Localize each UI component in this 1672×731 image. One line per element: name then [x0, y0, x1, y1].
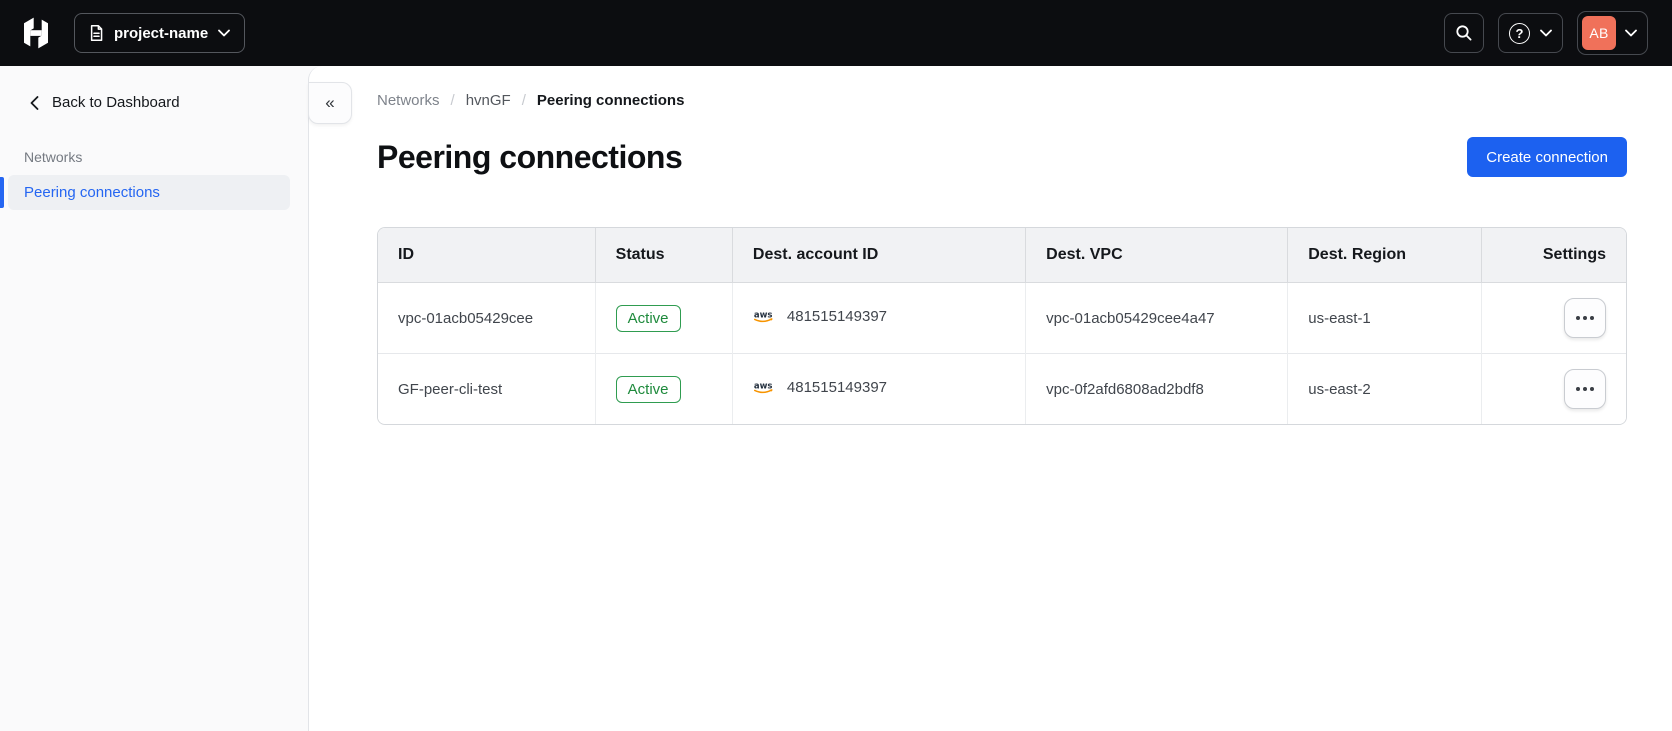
cell-dest-account-id: aws 481515149397 — [731, 282, 1026, 354]
account-menu-button[interactable]: AB — [1577, 11, 1648, 55]
breadcrumb-separator: / — [450, 92, 455, 109]
back-link-label: Back to Dashboard — [52, 94, 180, 111]
cell-status: Active — [594, 353, 733, 424]
active-indicator-bar — [0, 177, 4, 208]
column-header-dest-account-id: Dest. account ID — [731, 228, 1026, 283]
status-badge: Active — [615, 375, 681, 403]
account-id-value: 481515149397 — [786, 378, 888, 396]
cell-dest-vpc: vpc-0f2afd6808ad2bdf8 — [1025, 353, 1288, 424]
project-switcher-button[interactable]: project-name — [74, 13, 246, 53]
content-row: Back to Dashboard Networks Peering conne… — [0, 66, 1672, 731]
sidebar-section-heading: Networks — [24, 149, 83, 165]
aws-icon: aws — [753, 308, 778, 324]
ellipsis-icon — [1576, 316, 1580, 320]
row-actions-button[interactable] — [1564, 298, 1606, 338]
cell-id: GF-peer-cli-test — [378, 353, 596, 424]
svg-text:aws: aws — [754, 310, 773, 320]
page-title: Peering connections — [377, 138, 683, 175]
breadcrumb-item-hvn[interactable]: hvnGF — [466, 92, 511, 109]
document-icon — [89, 24, 104, 42]
chevron-left-icon — [30, 95, 39, 110]
status-badge: Active — [615, 304, 681, 332]
topbar: project-name ? AB — [0, 0, 1672, 66]
table-row: vpc-01acb05429cee Active aws 48151514939… — [378, 282, 1626, 354]
table-row: GF-peer-cli-test Active aws 481515149397… — [378, 353, 1626, 424]
table-header-row: ID Status Dest. account ID Dest. VPC Des… — [378, 228, 1626, 283]
cell-settings — [1480, 282, 1626, 354]
cell-dest-region: us-east-1 — [1287, 282, 1482, 354]
breadcrumb-item-networks[interactable]: Networks — [377, 92, 440, 109]
cell-id: vpc-01acb05429cee — [378, 282, 596, 354]
breadcrumb-item-current: Peering connections — [536, 92, 685, 109]
main-panel: « Networks / hvnGF / Peering connections… — [308, 66, 1672, 731]
breadcrumb-separator: / — [521, 92, 526, 109]
help-menu-button[interactable]: ? — [1498, 13, 1563, 53]
cell-dest-account-id: aws 481515149397 — [731, 353, 1026, 424]
create-connection-button[interactable]: Create connection — [1467, 137, 1627, 177]
column-header-settings: Settings — [1480, 228, 1626, 283]
sidebar-collapse-button[interactable]: « — [308, 82, 352, 124]
column-header-id: ID — [378, 228, 596, 283]
sidebar-item-label: Peering connections — [24, 184, 160, 201]
column-header-dest-region: Dest. Region — [1287, 228, 1482, 283]
aws-icon: aws — [753, 379, 778, 395]
chevron-down-icon — [1625, 29, 1637, 37]
row-actions-button[interactable] — [1564, 369, 1606, 409]
collapse-icon: « — [325, 93, 335, 112]
back-to-dashboard-link[interactable]: Back to Dashboard — [0, 86, 196, 119]
search-button[interactable] — [1444, 13, 1484, 53]
cell-dest-region: us-east-2 — [1287, 353, 1482, 424]
sidebar-item-peering-connections[interactable]: Peering connections — [0, 175, 290, 210]
peering-connections-table: ID Status Dest. account ID Dest. VPC Des… — [377, 227, 1627, 425]
project-switcher-label: project-name — [114, 24, 209, 42]
account-id-value: 481515149397 — [786, 307, 888, 325]
search-icon — [1455, 24, 1473, 42]
page-header: Peering connections Create connection — [377, 137, 1627, 177]
ellipsis-icon — [1576, 387, 1580, 391]
column-header-dest-vpc: Dest. VPC — [1025, 228, 1288, 283]
avatar: AB — [1582, 16, 1616, 50]
chevron-down-icon — [218, 29, 231, 37]
column-header-status: Status — [594, 228, 733, 283]
svg-text:aws: aws — [754, 381, 773, 391]
cell-dest-vpc: vpc-01acb05429cee4a47 — [1025, 282, 1288, 354]
cell-status: Active — [594, 282, 733, 354]
help-icon: ? — [1509, 22, 1530, 44]
hashicorp-logo-icon — [20, 17, 52, 49]
sidebar: Back to Dashboard Networks Peering conne… — [0, 66, 308, 731]
breadcrumb: Networks / hvnGF / Peering connections — [377, 86, 1627, 109]
chevron-down-icon — [1540, 29, 1552, 37]
cell-settings — [1480, 353, 1626, 424]
